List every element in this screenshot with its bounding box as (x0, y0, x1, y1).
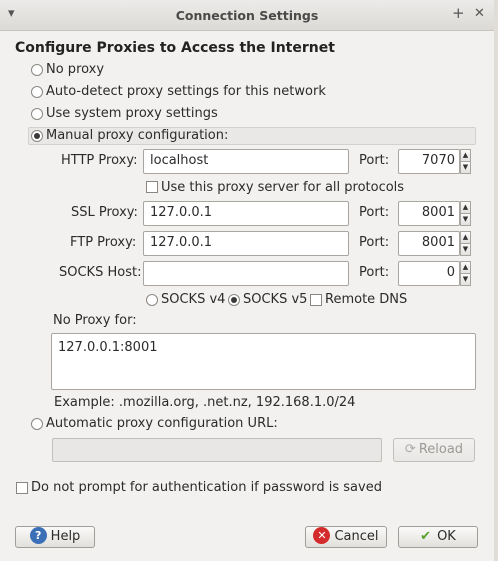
socks-v4-label[interactable]: SOCKS v4 (161, 292, 225, 307)
ftp-proxy-input[interactable]: 127.0.0.1 (143, 231, 349, 256)
auto-detect-radio[interactable] (31, 86, 43, 98)
cancel-label: Cancel (334, 529, 379, 544)
use-all-protocols-checkbox[interactable] (146, 181, 158, 193)
socks-port-label: Port: (359, 265, 390, 280)
auto-url-radio[interactable] (31, 418, 43, 430)
ftp-port-label: Port: (359, 235, 390, 250)
ftp-port-down-icon[interactable]: ▼ (460, 243, 471, 256)
ftp-port-input[interactable]: 8001 (398, 231, 460, 256)
window-title: Connection Settings (175, 8, 319, 23)
system-proxy-radio[interactable] (31, 108, 43, 120)
no-proxy-for-textarea[interactable]: 127.0.0.1:8001 (51, 333, 476, 390)
http-port-input[interactable]: 7070 (398, 149, 460, 174)
no-proxy-example: Example: .mozilla.org, .net.nz, 192.168.… (54, 395, 356, 410)
socks-v5-label[interactable]: SOCKS v5 (243, 292, 307, 307)
remote-dns-label[interactable]: Remote DNS (325, 292, 407, 307)
cancel-button[interactable]: ✕ Cancel (305, 526, 387, 548)
manual-proxy-radio[interactable] (31, 130, 43, 142)
socks-host-label: SOCKS Host: (59, 265, 142, 280)
no-prompt-auth-label[interactable]: Do not prompt for authentication if pass… (31, 480, 382, 495)
help-icon: ? (29, 527, 47, 544)
reload-label: Reload (418, 442, 464, 457)
ssl-proxy-input[interactable]: 127.0.0.1 (143, 201, 349, 226)
http-port-down-icon[interactable]: ▼ (460, 161, 471, 174)
reload-button[interactable]: ⟳ Reload (393, 438, 475, 462)
cancel-icon: ✕ (313, 527, 331, 544)
http-proxy-label: HTTP Proxy: (61, 153, 138, 168)
system-proxy-label[interactable]: Use system proxy settings (46, 106, 218, 121)
ssl-proxy-label: SSL Proxy: (71, 205, 138, 220)
remote-dns-checkbox[interactable] (310, 294, 322, 306)
socks-host-input[interactable] (143, 261, 349, 286)
maximize-icon[interactable]: + (452, 4, 465, 22)
connection-settings-dialog: ▾ Connection Settings + ✕ Configure Prox… (0, 0, 495, 561)
ssl-port-input[interactable]: 8001 (398, 201, 460, 226)
ftp-proxy-label: FTP Proxy: (70, 235, 137, 250)
ok-check-icon: ✔ (420, 529, 432, 544)
dialog-heading: Configure Proxies to Access the Internet (15, 40, 335, 56)
no-proxy-radio[interactable] (31, 64, 43, 76)
ssl-port-label: Port: (359, 205, 390, 220)
reload-icon: ⟳ (404, 442, 416, 457)
title-bar: ▾ Connection Settings + ✕ (0, 0, 494, 31)
auto-detect-label[interactable]: Auto-detect proxy settings for this netw… (46, 84, 326, 99)
ssl-port-down-icon[interactable]: ▼ (460, 213, 471, 226)
socks-v5-radio[interactable] (228, 294, 240, 306)
socks-port-down-icon[interactable]: ▼ (460, 273, 471, 286)
auto-url-label[interactable]: Automatic proxy configuration URL: (46, 416, 278, 431)
ok-label: OK (437, 529, 456, 544)
background-window-edge (494, 0, 498, 561)
auto-url-input[interactable] (52, 438, 382, 462)
socks-v4-radio[interactable] (146, 294, 158, 306)
use-all-protocols-label[interactable]: Use this proxy server for all protocols (161, 180, 404, 195)
close-icon[interactable]: ✕ (474, 6, 485, 21)
help-label: Help (50, 529, 81, 544)
help-button[interactable]: ? Help (15, 526, 95, 548)
manual-proxy-label[interactable]: Manual proxy configuration: (46, 128, 228, 143)
socks-port-input[interactable]: 0 (398, 261, 460, 286)
http-port-label: Port: (359, 153, 390, 168)
no-proxy-label[interactable]: No proxy (46, 62, 104, 77)
no-prompt-auth-checkbox[interactable] (16, 482, 28, 494)
ok-button[interactable]: ✔ OK (398, 526, 478, 548)
http-proxy-input[interactable]: localhost (143, 149, 349, 174)
no-proxy-for-label: No Proxy for: (53, 313, 137, 328)
